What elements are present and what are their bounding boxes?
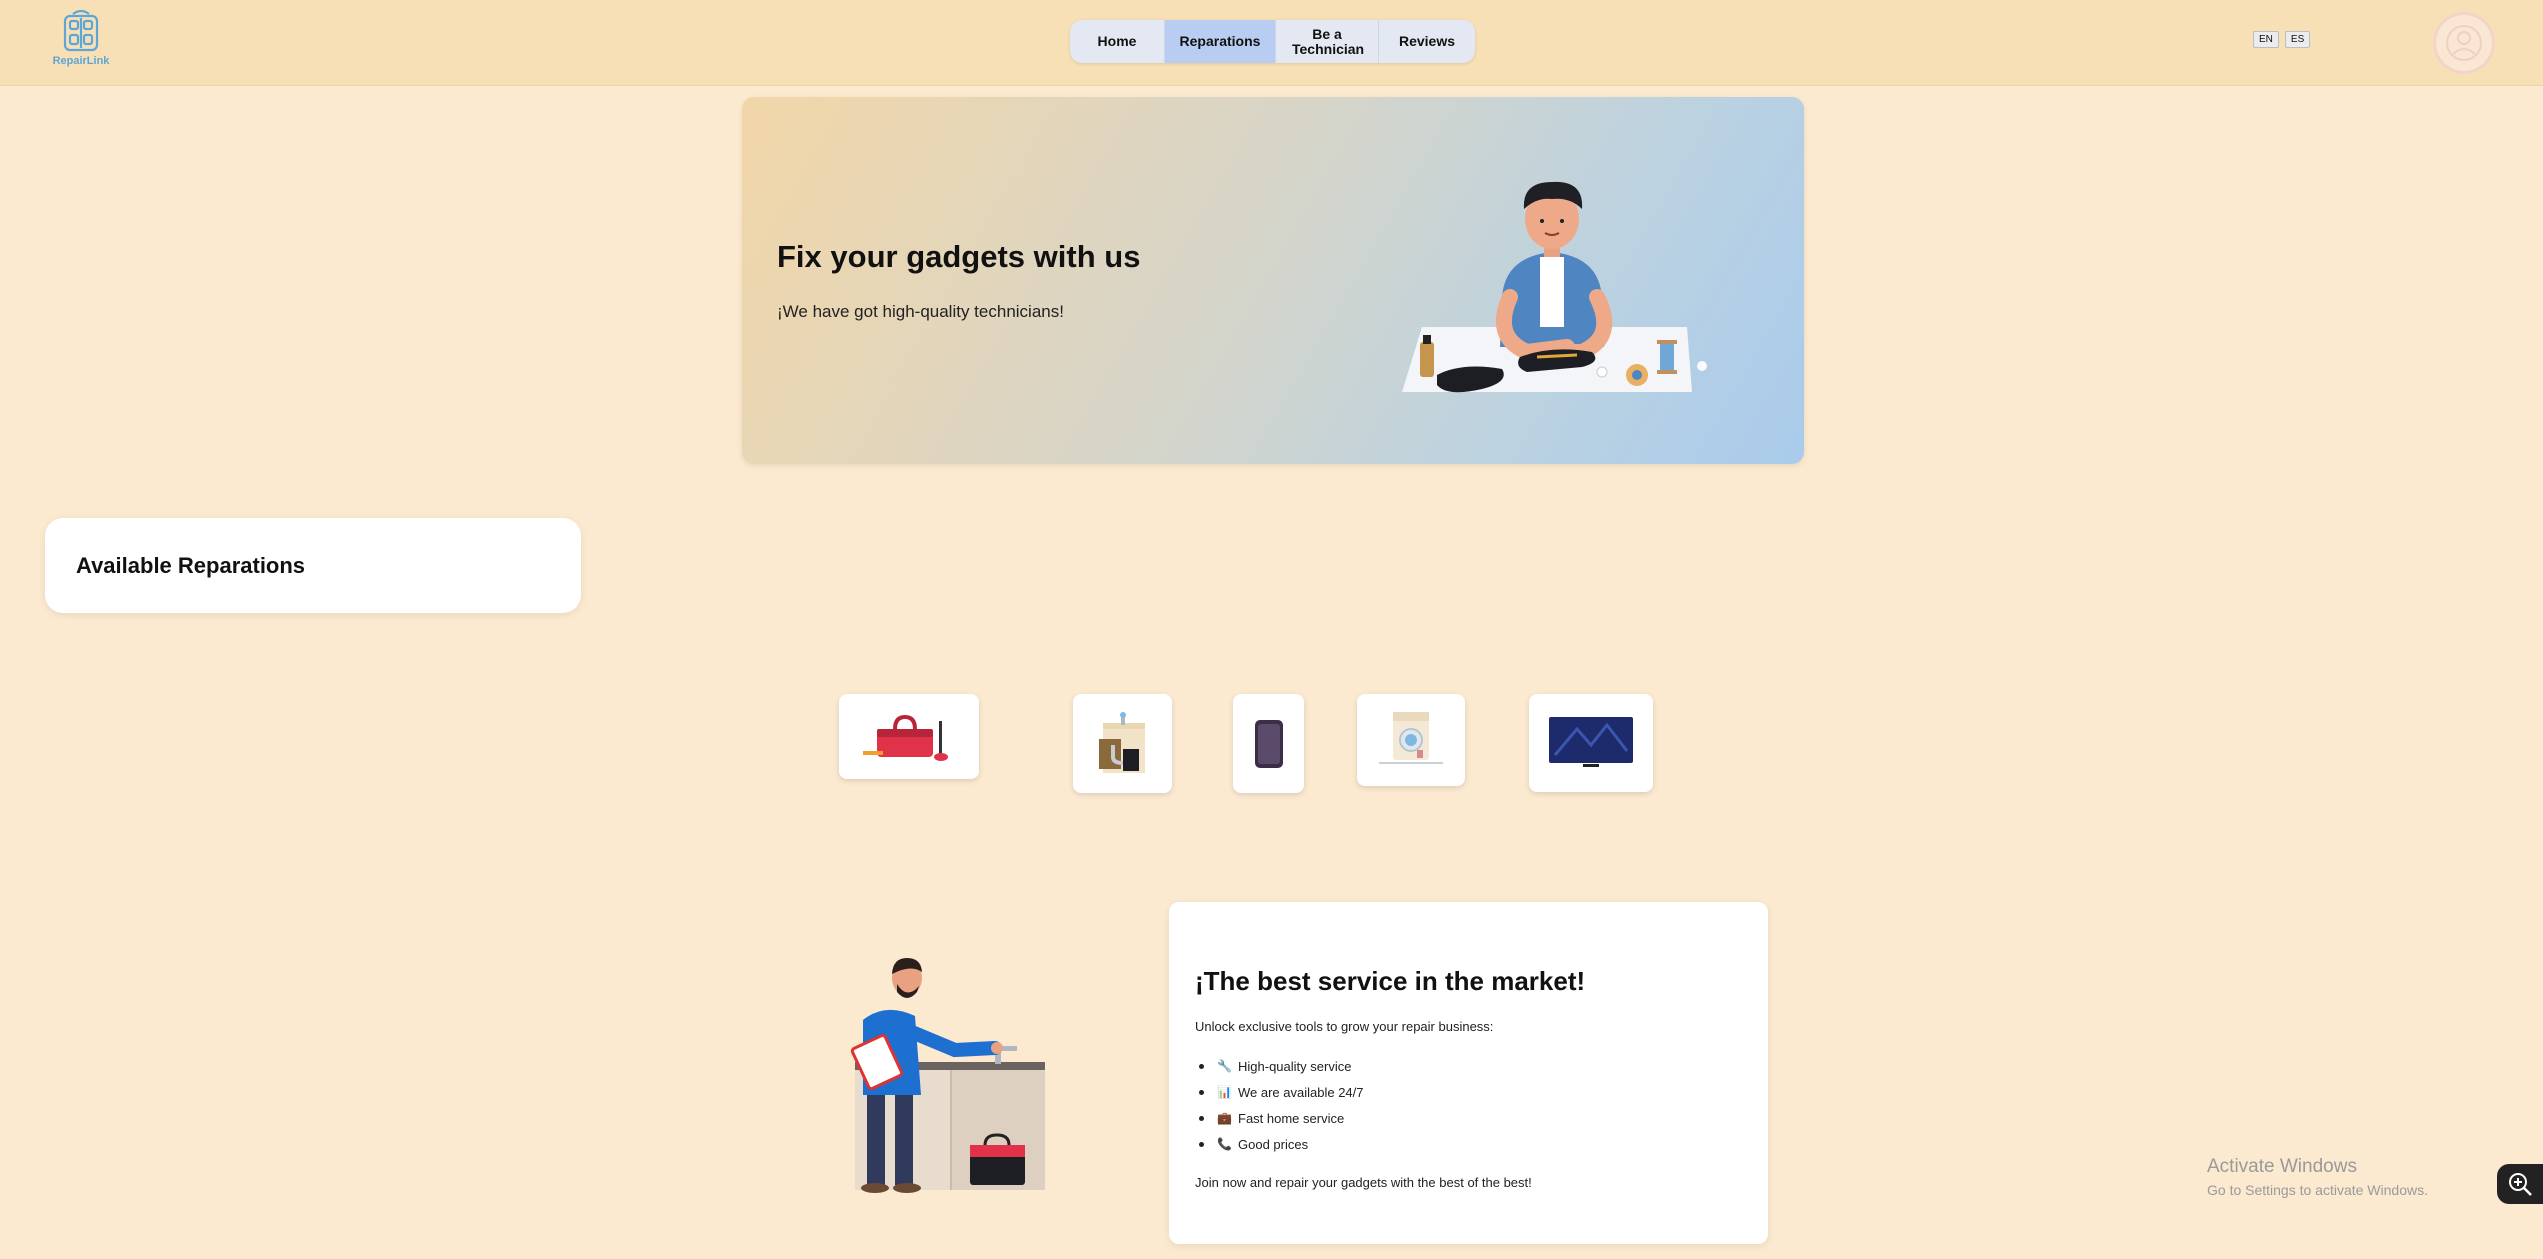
category-television[interactable] [1529, 694, 1653, 792]
best-service-card: ¡The best service in the market! Unlock … [1169, 902, 1768, 1244]
hero-banner: Fix your gadgets with us ¡We have got hi… [742, 97, 1804, 464]
phone-icon: 📞 [1217, 1137, 1232, 1151]
language-switcher: EN ES [2253, 31, 2311, 48]
accessibility-zoom-button[interactable] [2497, 1164, 2543, 1204]
plumber-worker-illustration [850, 958, 1045, 1193]
service-title: ¡The best service in the market! [1195, 966, 1586, 996]
feature-label: We are available 24/7 [1238, 1084, 1364, 1100]
available-reparations-title: Available Reparations [76, 553, 306, 578]
briefcase-icon: 💼 [1217, 1111, 1232, 1125]
nav-reviews[interactable]: Reviews [1379, 20, 1475, 63]
category-plumbing[interactable] [1073, 694, 1172, 793]
category-smartphone[interactable] [1233, 694, 1304, 793]
wrench-icon: 🔧 [1217, 1059, 1232, 1073]
feature-label: High-quality service [1238, 1058, 1352, 1074]
list-item: 📊 We are available 24/7 [1195, 1079, 1364, 1105]
sink-plumbing-icon [1098, 711, 1145, 773]
user-icon [2446, 25, 2482, 61]
service-join-text: Join now and repair your gadgets with th… [1195, 1175, 1532, 1190]
lang-en-button[interactable]: EN [2253, 31, 2279, 48]
category-washing-machine[interactable] [1357, 694, 1465, 786]
logo-text: RepairLink [52, 55, 110, 67]
nav-be-a-technician[interactable]: Be a Technician [1276, 20, 1379, 63]
repairlink-logo[interactable]: RepairLink [52, 8, 110, 72]
logo-icon [63, 9, 99, 52]
bullet-icon [1199, 1141, 1204, 1147]
activate-windows-watermark: Activate Windows Go to Settings to activ… [2207, 1156, 2428, 1198]
zoom-search-icon [2509, 1173, 2532, 1196]
nav-reparations[interactable]: Reparations [1165, 20, 1276, 63]
hero-subtitle: ¡We have got high-quality technicians! [777, 302, 1064, 321]
top-header: RepairLink Home Reparations Be a Technic… [0, 0, 2543, 86]
feature-label: Fast home service [1238, 1110, 1345, 1126]
toolbox-icon [863, 714, 948, 761]
lang-es-button[interactable]: ES [2284, 31, 2311, 48]
watermark-subtitle: Go to Settings to activate Windows. [2207, 1182, 2428, 1198]
service-features-list: 🔧 High-quality service 📊 We are availabl… [1195, 1053, 1364, 1157]
nav-be-a-technician-label: Be a Technician [1292, 25, 1365, 57]
bullet-icon [1199, 1089, 1204, 1095]
main-nav: Home Reparations Be a Technician Reviews [1070, 20, 1475, 63]
bullet-icon [1199, 1115, 1204, 1121]
category-toolbox[interactable] [839, 694, 979, 779]
bar-chart-icon: 📊 [1217, 1085, 1232, 1099]
carousel-indicator[interactable] [1697, 361, 1707, 371]
nav-home[interactable]: Home [1070, 20, 1165, 63]
hero-title: Fix your gadgets with us [777, 239, 1141, 274]
list-item: 💼 Fast home service [1195, 1105, 1364, 1131]
watermark-title: Activate Windows [2207, 1156, 2357, 1177]
user-avatar[interactable] [2433, 12, 2495, 74]
bullet-icon [1199, 1063, 1204, 1069]
service-intro: Unlock exclusive tools to grow your repa… [1195, 1019, 1494, 1034]
washing-machine-icon [1379, 712, 1443, 764]
list-item: 🔧 High-quality service [1195, 1053, 1364, 1079]
feature-label: Good prices [1238, 1136, 1309, 1152]
television-icon [1549, 717, 1633, 767]
available-reparations-card: Available Reparations [45, 518, 581, 613]
technician-repairing-shoe-illustration [1402, 181, 1692, 393]
list-item: 📞 Good prices [1195, 1131, 1364, 1157]
smartphone-icon [1254, 719, 1283, 768]
